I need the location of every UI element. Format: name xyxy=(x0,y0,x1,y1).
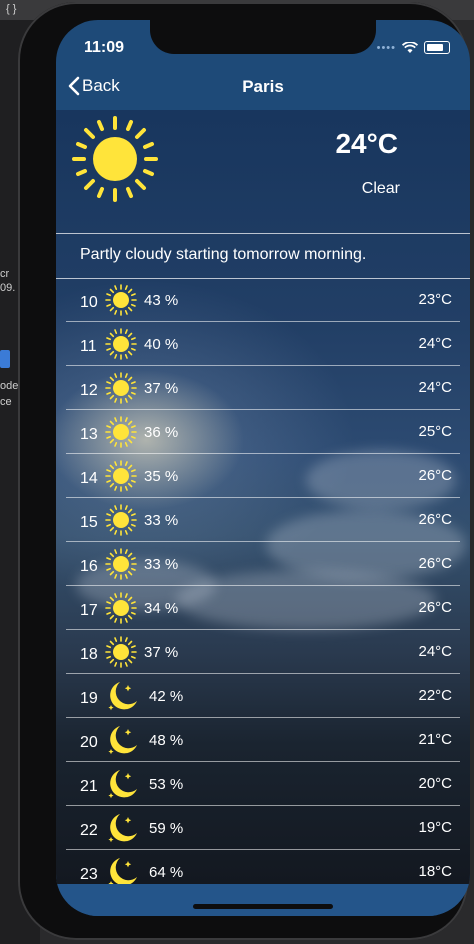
hour-label: 13 xyxy=(80,426,98,443)
hourly-row[interactable]: 11 40 % 24°C xyxy=(66,322,460,366)
temperature-value: 22°C xyxy=(418,687,452,704)
temperature-value: 26°C xyxy=(418,599,452,616)
hour-label: 23 xyxy=(80,866,98,883)
hourly-row[interactable]: 21 53 % 20°C xyxy=(66,762,460,806)
xcode-file-icon xyxy=(0,350,10,368)
hourly-row[interactable]: 17 34 % 26°C xyxy=(66,586,460,630)
humidity-value: 53 % xyxy=(149,776,184,793)
temperature-value: 24°C xyxy=(418,379,452,396)
hourly-row[interactable]: 18 37 % 24°C xyxy=(66,630,460,674)
phone-screen: 11:09 •••• Back Paris 24°C Clear Partly … xyxy=(56,20,470,916)
desktop-fragment: ode xyxy=(0,380,19,392)
humidity-value: 48 % xyxy=(149,732,184,749)
hourly-row[interactable]: 15 33 % 26°C xyxy=(66,498,460,542)
phone-frame: 11:09 •••• Back Paris 24°C Clear Partly … xyxy=(18,2,470,940)
temperature-value: 24°C xyxy=(418,335,452,352)
hour-label: 19 xyxy=(80,690,98,707)
humidity-value: 64 % xyxy=(149,864,184,881)
hour-label: 15 xyxy=(80,514,98,531)
hour-label: 10 xyxy=(80,294,98,311)
humidity-value: 40 % xyxy=(144,336,179,353)
temperature-value: 18°C xyxy=(418,863,452,880)
hourly-row[interactable]: 12 37 % 24°C xyxy=(66,366,460,410)
signal-icon: •••• xyxy=(376,41,396,54)
hourly-forecast-list[interactable]: 10 43 % 23°C 11 40 % 24°C 12 37 % 24°C 13 36 % 25°C… xyxy=(66,278,460,894)
sun-icon xyxy=(104,415,138,449)
humidity-value: 42 % xyxy=(149,688,184,705)
sun-icon xyxy=(72,116,158,202)
summary-text: Partly cloudy starting tomorrow morning. xyxy=(80,246,367,263)
hourly-row[interactable]: 19 42 % 22°C xyxy=(66,674,460,718)
temperature-value: 26°C xyxy=(418,555,452,572)
moon-icon xyxy=(106,723,140,757)
notch xyxy=(150,20,376,54)
temperature-value: 19°C xyxy=(418,819,452,836)
humidity-value: 33 % xyxy=(144,512,179,529)
temperature-value: 21°C xyxy=(418,731,452,748)
hourly-row[interactable]: 14 35 % 26°C xyxy=(66,454,460,498)
humidity-value: 37 % xyxy=(144,380,179,397)
humidity-value: 33 % xyxy=(144,556,179,573)
humidity-value: 59 % xyxy=(149,820,184,837)
status-icons: •••• xyxy=(377,41,450,54)
desktop-fragment: cr xyxy=(0,268,10,280)
hourly-row[interactable]: 10 43 % 23°C xyxy=(66,278,460,322)
temperature-value: 25°C xyxy=(418,423,452,440)
home-indicator[interactable] xyxy=(193,904,333,909)
desktop-fragment: 09. xyxy=(0,282,16,294)
battery-icon xyxy=(424,41,450,54)
sun-icon xyxy=(104,327,138,361)
hourly-row[interactable]: 16 33 % 26°C xyxy=(66,542,460,586)
hour-label: 18 xyxy=(80,646,98,663)
current-temperature: 24°C xyxy=(335,128,398,159)
sun-icon xyxy=(104,503,138,537)
sun-icon xyxy=(104,591,138,625)
temperature-value: 26°C xyxy=(418,467,452,484)
temperature-value: 20°C xyxy=(418,775,452,792)
forecast-summary: Partly cloudy starting tomorrow morning. xyxy=(56,233,470,279)
moon-icon xyxy=(106,767,140,801)
sun-icon xyxy=(104,371,138,405)
humidity-value: 34 % xyxy=(144,600,179,617)
hour-label: 12 xyxy=(80,382,98,399)
hour-label: 11 xyxy=(80,338,97,355)
moon-icon xyxy=(106,811,140,845)
hour-label: 21 xyxy=(80,778,98,795)
bottom-bar xyxy=(56,884,470,916)
sun-icon xyxy=(104,283,138,317)
humidity-value: 37 % xyxy=(144,644,179,661)
hour-label: 17 xyxy=(80,602,98,619)
current-condition: Clear xyxy=(361,180,400,197)
hour-label: 16 xyxy=(80,558,98,575)
moon-icon xyxy=(106,679,140,713)
hour-label: 22 xyxy=(80,822,98,839)
hourly-row[interactable]: 13 36 % 25°C xyxy=(66,410,460,454)
hourly-row[interactable]: 20 48 % 21°C xyxy=(66,718,460,762)
wifi-icon xyxy=(402,41,418,53)
sun-icon xyxy=(104,635,138,669)
page-title: Paris xyxy=(242,77,284,96)
humidity-value: 43 % xyxy=(144,292,179,309)
navigation-bar: Back Paris xyxy=(56,66,470,110)
hourly-row[interactable]: 22 59 % 19°C xyxy=(66,806,460,850)
desktop-fragment: { } xyxy=(6,3,17,15)
temperature-value: 23°C xyxy=(418,291,452,308)
hour-label: 20 xyxy=(80,734,98,751)
status-time: 11:09 xyxy=(84,39,125,56)
weather-content[interactable]: 24°C Clear Partly cloudy starting tomorr… xyxy=(56,110,470,894)
humidity-value: 35 % xyxy=(144,468,179,485)
sun-icon xyxy=(104,459,138,493)
temperature-value: 24°C xyxy=(418,643,452,660)
humidity-value: 36 % xyxy=(144,424,179,441)
sun-icon xyxy=(104,547,138,581)
hour-label: 14 xyxy=(80,470,98,487)
temperature-value: 26°C xyxy=(418,511,452,528)
desktop-fragment: ce xyxy=(0,396,12,408)
